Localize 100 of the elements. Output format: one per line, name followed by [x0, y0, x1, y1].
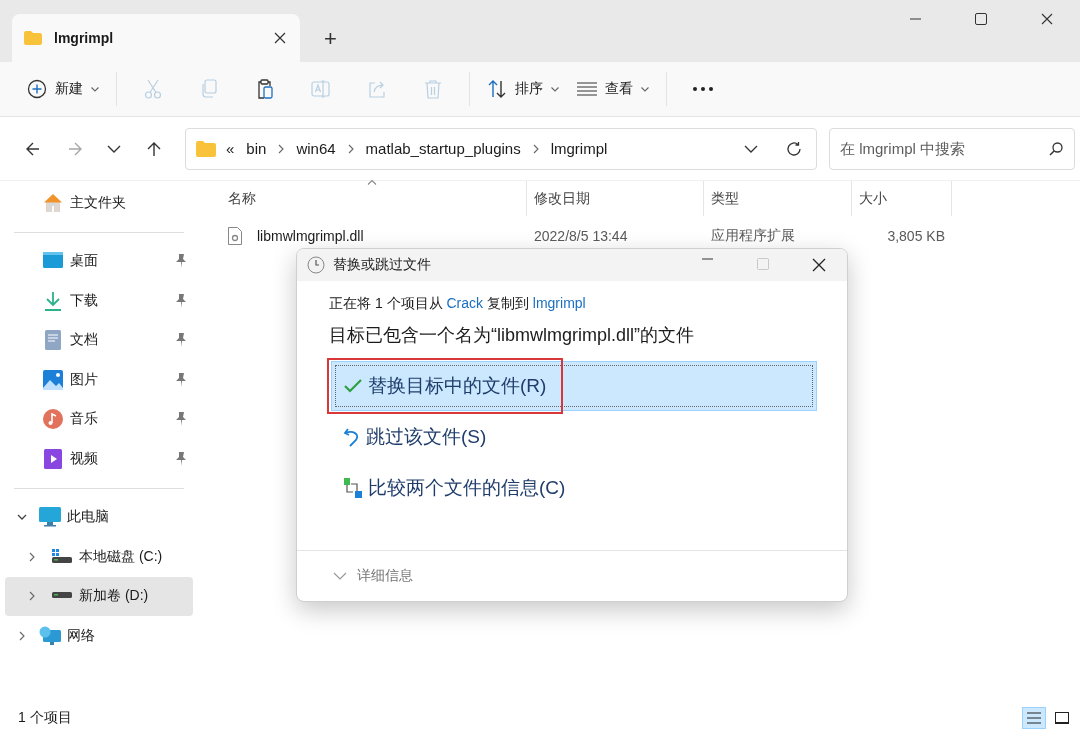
sort-button[interactable]: 排序	[478, 71, 568, 107]
target-folder-link[interactable]: lmgrimpl	[532, 295, 586, 311]
back-arrow-icon	[26, 140, 42, 157]
breadcrumb[interactable]: lmgrimpl	[550, 140, 608, 157]
new-tab-button[interactable]: +	[324, 28, 337, 50]
history-dropdown[interactable]	[744, 144, 758, 153]
tree-item[interactable]: 此电脑	[5, 497, 193, 537]
copy-icon	[200, 79, 218, 99]
sort-caret-icon	[367, 179, 377, 185]
sort-icon	[487, 79, 507, 99]
dll-file-icon	[228, 227, 242, 245]
pin-icon	[175, 372, 187, 387]
more-icon	[692, 86, 714, 92]
tree-item[interactable]: 新加卷 (D:)	[5, 576, 193, 616]
sidebar-item[interactable]: 音乐	[5, 399, 193, 439]
computer-icon	[39, 507, 61, 528]
table-cell-text: 2022/8/5 13:44	[533, 228, 629, 244]
search-field[interactable]: 在 lmgrimpl 中搜索	[829, 127, 1075, 170]
pin-icon	[175, 451, 187, 466]
file-name[interactable]: libmwlmgrimpl.dll	[250, 228, 364, 244]
source-folder-link[interactable]: Crack	[446, 295, 484, 311]
sidebar-item[interactable]: 下载	[5, 281, 193, 321]
tree-item[interactable]: 本地磁盘 (C:)	[5, 537, 193, 577]
breadcrumb[interactable]: matlab_startup_plugins	[365, 140, 521, 157]
drive-icon	[52, 592, 72, 601]
close-icon	[812, 258, 826, 272]
sidebar-item[interactable]: 桌面	[5, 241, 193, 281]
breadcrumb[interactable]: win64	[296, 140, 336, 157]
copy-status-text: 正在将 1 个项目从 Crack 复制到 lmgrimpl	[329, 295, 587, 313]
scissors-icon	[144, 79, 162, 99]
chevron-right-icon	[347, 143, 354, 154]
chevron-right-icon	[19, 630, 25, 641]
refresh-icon	[786, 140, 802, 157]
home-icon	[43, 192, 63, 213]
pin-icon	[175, 293, 187, 308]
plus-circle-icon	[27, 79, 47, 99]
chevron-right-icon	[29, 591, 35, 602]
list-view-icon	[577, 81, 597, 97]
maximize-icon	[757, 258, 769, 270]
refresh-button[interactable]	[786, 140, 802, 157]
chevron-down-icon	[333, 572, 347, 580]
undo-icon	[344, 427, 360, 447]
view-button[interactable]: 查看	[568, 71, 658, 107]
chevron-down-icon	[17, 514, 27, 521]
compare-icon	[344, 478, 362, 498]
clock-icon	[307, 256, 325, 274]
check-icon	[344, 379, 362, 393]
dialog-title: 替换或跳过文件	[333, 256, 432, 274]
table-cell-text: 应用程序扩展	[710, 227, 796, 245]
image-icon	[43, 369, 63, 390]
drive-icon	[52, 548, 72, 565]
close-icon	[1041, 13, 1053, 25]
search-icon	[1049, 141, 1063, 156]
music-note-icon	[43, 409, 63, 430]
chevron-right-icon	[532, 143, 539, 154]
conflict-heading: 目标已包含一个名为“libmwlmgrimpl.dll”的文件	[329, 324, 695, 347]
tab[interactable]: lmgrimpl	[12, 14, 300, 62]
column-header[interactable]: 名称	[221, 181, 527, 216]
column-header[interactable]: 大小	[852, 181, 952, 216]
chevron-down-icon	[91, 86, 99, 92]
download-icon	[44, 290, 62, 311]
new-button[interactable]: 新建	[18, 71, 108, 107]
minimize-icon	[701, 258, 713, 260]
item-count: 1 个项目	[18, 709, 72, 727]
window-icon	[1055, 712, 1069, 724]
chevron-down-icon	[551, 86, 559, 92]
address-bar[interactable]: « bin win64 matlab_startup_plugins lmgrimpl	[185, 127, 817, 170]
forward-arrow-icon	[66, 140, 82, 157]
column-header[interactable]: 类型	[704, 181, 852, 216]
sidebar-item[interactable]: 视频	[5, 439, 193, 479]
sidebar-item[interactable]: 图片	[5, 360, 193, 400]
network-icon	[39, 625, 61, 646]
close-icon	[274, 32, 286, 44]
details-toggle[interactable]: 详细信息	[297, 550, 847, 601]
chevron-right-icon	[29, 551, 35, 562]
tree-item[interactable]: 网络	[5, 616, 193, 656]
chevron-down-icon	[744, 144, 758, 153]
table-cell-text: 3,805 KB	[886, 228, 946, 244]
rename-icon	[311, 79, 331, 99]
up-arrow-icon	[146, 140, 162, 157]
maximize-icon	[975, 13, 987, 25]
option-button[interactable]: 比较两个文件的信息(C)	[331, 463, 817, 513]
chevron-right-icon	[278, 143, 285, 154]
video-icon	[44, 448, 62, 469]
chevron-down-icon	[641, 86, 649, 92]
sidebar-item[interactable]: 文档	[5, 320, 193, 360]
document-icon	[45, 330, 61, 351]
folder-icon	[196, 140, 216, 157]
monitor-icon	[43, 252, 63, 271]
clipboard-icon	[256, 79, 274, 99]
breadcrumb-overflow[interactable]: «	[226, 140, 235, 157]
minimize-icon	[909, 18, 921, 20]
home-item[interactable]: 主文件夹	[5, 183, 193, 223]
breadcrumb[interactable]: bin	[246, 140, 267, 157]
option-button[interactable]: 跳过该文件(S)	[331, 412, 817, 462]
folder-icon	[24, 31, 42, 45]
share-icon	[367, 79, 387, 99]
column-header[interactable]: 修改日期	[527, 181, 704, 216]
trash-icon	[424, 79, 442, 99]
list-view-icon	[1027, 712, 1041, 724]
